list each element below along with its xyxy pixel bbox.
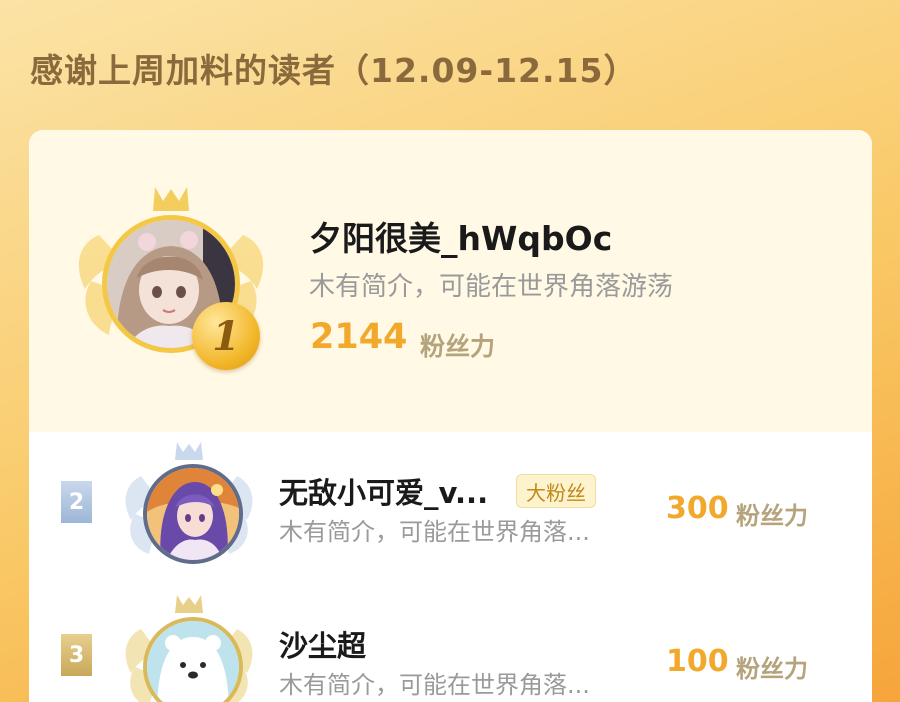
reader-bio: 木有简介，可能在世界角落... — [279, 518, 590, 546]
avatar-illustration — [147, 621, 239, 702]
fan-power-unit: 粉丝力 — [420, 332, 496, 361]
fan-power-score: 300 — [666, 491, 729, 526]
reader-name[interactable]: 无敌小可爱_v... — [279, 470, 488, 512]
top-reader-card[interactable]: 1 夕阳很美_hWqbOc 木有简介，可能在世界角落游荡 2144 粉丝力 — [29, 130, 872, 432]
rank-1-medal: 1 — [192, 302, 260, 370]
reader-name[interactable]: 沙尘超 — [279, 623, 366, 665]
page-title: 感谢上周加料的读者（12.09-12.15） — [30, 51, 638, 90]
avatar-illustration — [147, 468, 239, 560]
avatar[interactable] — [143, 464, 243, 564]
list-item[interactable]: 3 沙尘超 木有简介，可能在世界角落... 100 粉丝力 — [29, 585, 872, 702]
list-item[interactable]: 2 无敌小可爱_v... 大粉丝 木有简介，可能在世界角落... 300 粉丝力 — [29, 432, 872, 582]
fan-power-unit: 粉丝力 — [736, 502, 808, 530]
fan-power-unit: 粉丝力 — [736, 655, 808, 683]
reader-ranking-panel: 1 夕阳很美_hWqbOc 木有简介，可能在世界角落游荡 2144 粉丝力 2 — [29, 130, 872, 702]
reader-name[interactable]: 夕阳很美_hWqbOc — [309, 212, 612, 260]
rank-badge: 2 — [61, 481, 92, 523]
fan-power-score: 100 — [666, 644, 729, 679]
rank-number: 1 — [212, 312, 240, 360]
rank-number: 3 — [68, 642, 85, 668]
reader-bio: 木有简介，可能在世界角落... — [279, 671, 590, 699]
fan-power-score: 2144 — [310, 317, 408, 357]
reader-bio: 木有简介，可能在世界角落游荡 — [309, 272, 674, 302]
rank-badge: 3 — [61, 634, 92, 676]
fan-level-badge: 大粉丝 — [516, 474, 596, 508]
rank-number: 2 — [68, 489, 85, 515]
